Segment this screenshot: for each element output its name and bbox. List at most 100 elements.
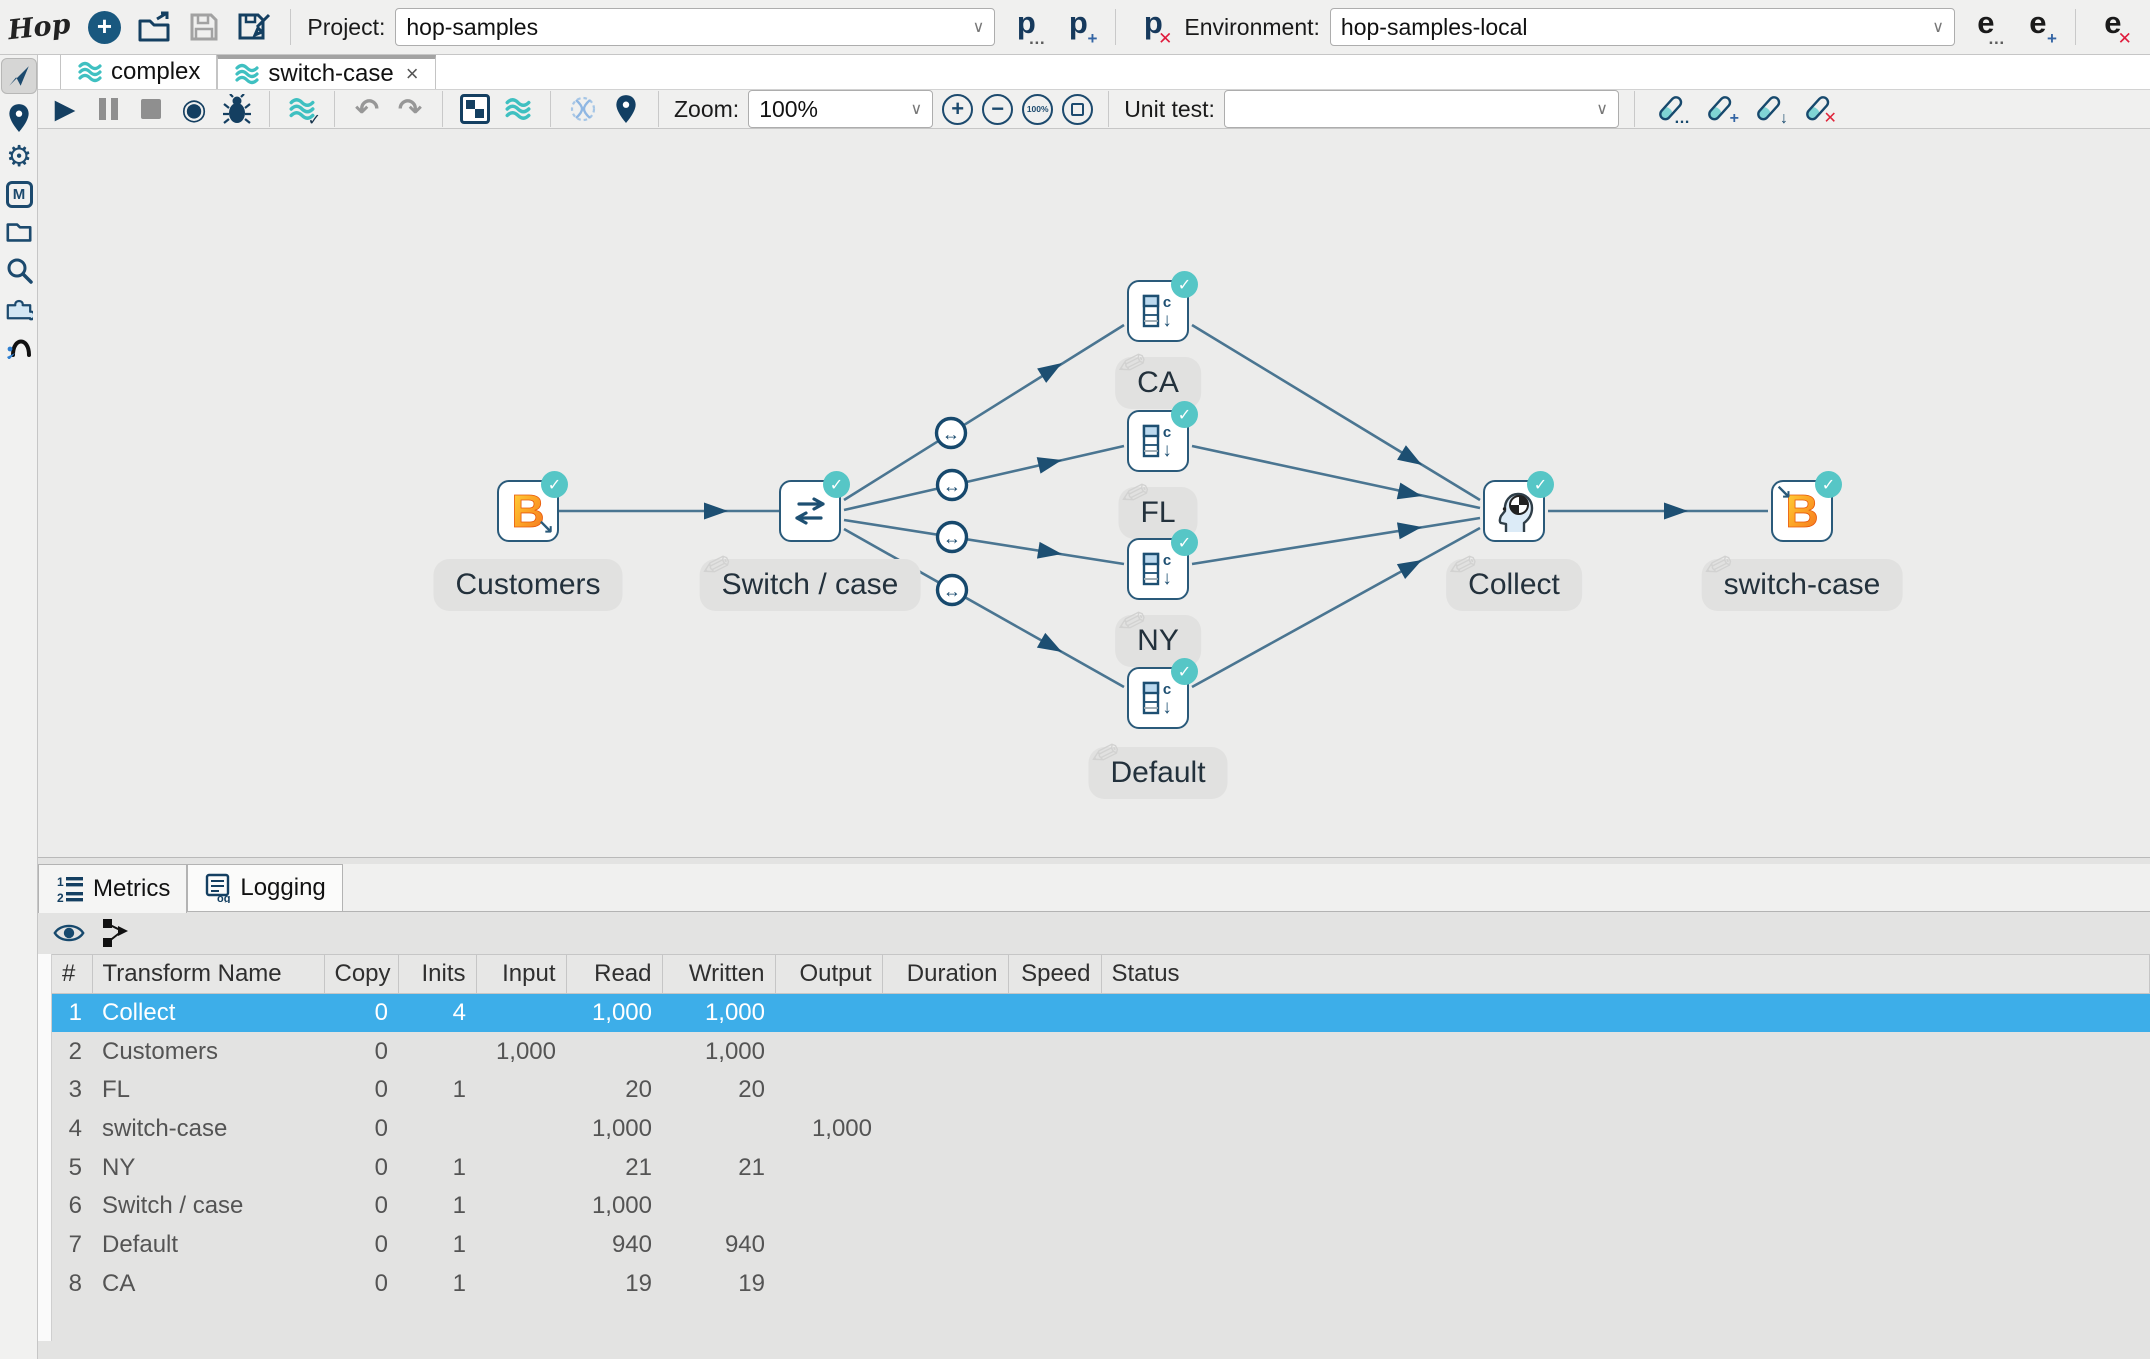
hop-target-circle-icon[interactable]: ↔ — [935, 520, 969, 554]
detach-unit-test-button[interactable]: ↓ — [1748, 90, 1788, 128]
configuration-perspective-button[interactable]: ⚙ — [1, 138, 37, 174]
transform-node-collect[interactable]: ✓ — [1483, 471, 1554, 542]
environment-combo[interactable]: hop-samples-local ∨ — [1329, 8, 1955, 46]
zoom-100-button[interactable]: 100% — [1022, 93, 1054, 125]
zoom-out-button[interactable]: − — [982, 93, 1014, 125]
hop-line[interactable] — [1191, 444, 1481, 510]
column-header[interactable]: Speed — [1008, 954, 1102, 994]
auto-layout-button[interactable] — [458, 92, 492, 126]
column-header[interactable]: Read — [566, 954, 663, 994]
cell — [1101, 1264, 2150, 1303]
pipeline-canvas[interactable]: ↔ ↔ ↔ ↔ B ↘ ✓ Customers ✓ ✎ Switch / cas… — [38, 129, 2150, 857]
hop-target-circle-icon[interactable]: ↔ — [935, 573, 969, 607]
tab-switch-case[interactable]: switch-case × — [217, 55, 436, 89]
show-hide-results-button[interactable] — [52, 916, 86, 950]
undo-button[interactable]: ↶ — [350, 92, 384, 126]
tab-complex[interactable]: complex — [60, 55, 218, 89]
save-as-button[interactable] — [234, 5, 274, 49]
project-combo[interactable]: hop-samples ∨ — [395, 8, 996, 46]
sleep-timer-button[interactable] — [566, 92, 600, 126]
show-execution-results-button[interactable] — [609, 92, 643, 126]
preview-button[interactable]: ◉ — [177, 92, 211, 126]
tab-metrics[interactable]: 1 2 Metrics — [38, 864, 188, 913]
column-header[interactable]: Copy — [324, 954, 399, 994]
transform-node-ny[interactable]: c ↓ ✓ — [1127, 529, 1198, 600]
add-constants-icon: c ↓ — [1142, 552, 1172, 589]
delete-project-button[interactable]: p ✕ — [1132, 5, 1174, 49]
transform-node-switch-case-output[interactable]: B ↘ ✓ — [1771, 471, 1842, 542]
column-header[interactable]: Status — [1101, 954, 2150, 994]
cell — [1101, 1032, 2150, 1071]
transform-node-ca[interactable]: c ↓ ✓ — [1127, 271, 1198, 342]
transform-label-customers: Customers — [433, 559, 623, 611]
debug-button[interactable] — [220, 92, 254, 126]
cell — [476, 993, 566, 1033]
run-button[interactable]: ▶ — [48, 92, 82, 126]
data-orchestration-perspective-button[interactable] — [1, 58, 37, 94]
table-row[interactable]: 1 Collect 0 4 1,000 1,000 — [52, 993, 2150, 1033]
hop-line[interactable] — [1191, 516, 1481, 566]
add-environment-button[interactable]: e + — [2017, 5, 2059, 49]
stop-button[interactable] — [134, 92, 168, 126]
table-row[interactable]: 3 FL 0 1 20 20 — [52, 1071, 2150, 1110]
transform-node-customers[interactable]: B ↘ ✓ — [497, 471, 568, 542]
redo-button[interactable]: ↷ — [393, 92, 427, 126]
stop-icon — [141, 99, 161, 119]
column-header[interactable]: Input — [476, 954, 567, 994]
hop-line[interactable] — [843, 518, 1125, 566]
column-header[interactable]: Written — [662, 954, 776, 994]
zoom-in-button[interactable]: + — [942, 93, 974, 125]
open-button[interactable] — [134, 5, 174, 49]
edit-unit-test-button[interactable]: … — [1650, 90, 1690, 128]
close-icon[interactable]: × — [406, 61, 419, 87]
edit-environment-button[interactable]: e … — [1965, 5, 2007, 49]
column-header[interactable]: Duration — [882, 954, 1009, 994]
table-scrollbar[interactable] — [38, 954, 52, 1341]
column-header[interactable]: Output — [775, 954, 883, 994]
column-header[interactable]: Inits — [398, 954, 477, 994]
hop-perspective-button[interactable] — [1, 326, 37, 362]
execution-perspective-button[interactable] — [1, 100, 37, 136]
column-header[interactable]: Transform Name — [92, 954, 325, 994]
plugins-perspective-button[interactable] — [1, 290, 37, 326]
pause-button[interactable] — [91, 92, 125, 126]
unit-test-combo[interactable]: ∨ — [1223, 90, 1619, 128]
pipeline-button[interactable] — [501, 92, 535, 126]
table-row[interactable]: 5 NY 0 1 21 21 — [52, 1148, 2150, 1187]
delete-unit-test-button[interactable]: ✕ — [1797, 90, 1837, 128]
file-explorer-perspective-button[interactable] — [1, 214, 37, 250]
transform-node-fl[interactable]: c ↓ ✓ — [1127, 401, 1198, 472]
search-perspective-button[interactable] — [1, 252, 37, 288]
hop-line[interactable] — [843, 444, 1125, 512]
tab-logging[interactable]: og Logging — [187, 864, 343, 911]
create-unit-test-button[interactable]: + — [1699, 90, 1739, 128]
cell — [882, 1226, 1008, 1265]
zoom-fit-button[interactable] — [1062, 93, 1094, 125]
view-execution-topology-button[interactable] — [98, 916, 132, 950]
hop-line[interactable] — [1191, 323, 1481, 502]
table-row[interactable]: 7 Default 0 1 940 940 — [52, 1226, 2150, 1265]
tab-label: Metrics — [93, 875, 171, 902]
success-check-badge: ✓ — [1527, 471, 1554, 498]
table-row[interactable]: 6 Switch / case 0 1 1,000 — [52, 1187, 2150, 1226]
zoom-combo[interactable]: 100% ∨ — [748, 90, 934, 128]
check-pipeline-button[interactable]: ✓ — [285, 92, 321, 129]
hop-line[interactable] — [1191, 526, 1481, 689]
hop-line[interactable] — [843, 323, 1125, 502]
cell — [775, 993, 882, 1033]
transform-node-default[interactable]: c ↓ ✓ — [1127, 658, 1198, 729]
new-button[interactable]: + — [84, 5, 124, 49]
edit-project-button[interactable]: p … — [1005, 5, 1047, 49]
column-header[interactable]: # — [52, 954, 93, 994]
table-row[interactable]: 4 switch-case 0 1,000 1,000 — [52, 1110, 2150, 1149]
transform-node-switch-case[interactable]: ✓ — [779, 471, 850, 542]
add-project-button[interactable]: p + — [1057, 5, 1099, 49]
table-row[interactable]: 8 CA 0 1 19 19 — [52, 1264, 2150, 1303]
table-row[interactable]: 2 Customers 0 1,000 1,000 — [52, 1032, 2150, 1071]
metadata-perspective-button[interactable]: M — [1, 176, 37, 212]
hop-target-circle-icon[interactable]: ↔ — [935, 468, 969, 502]
hop-target-circle-icon[interactable]: ↔ — [934, 416, 968, 450]
save-button[interactable] — [184, 5, 224, 49]
delete-environment-button[interactable]: e ✕ — [2092, 5, 2134, 49]
cell: 1,000 — [591, 1192, 652, 1220]
